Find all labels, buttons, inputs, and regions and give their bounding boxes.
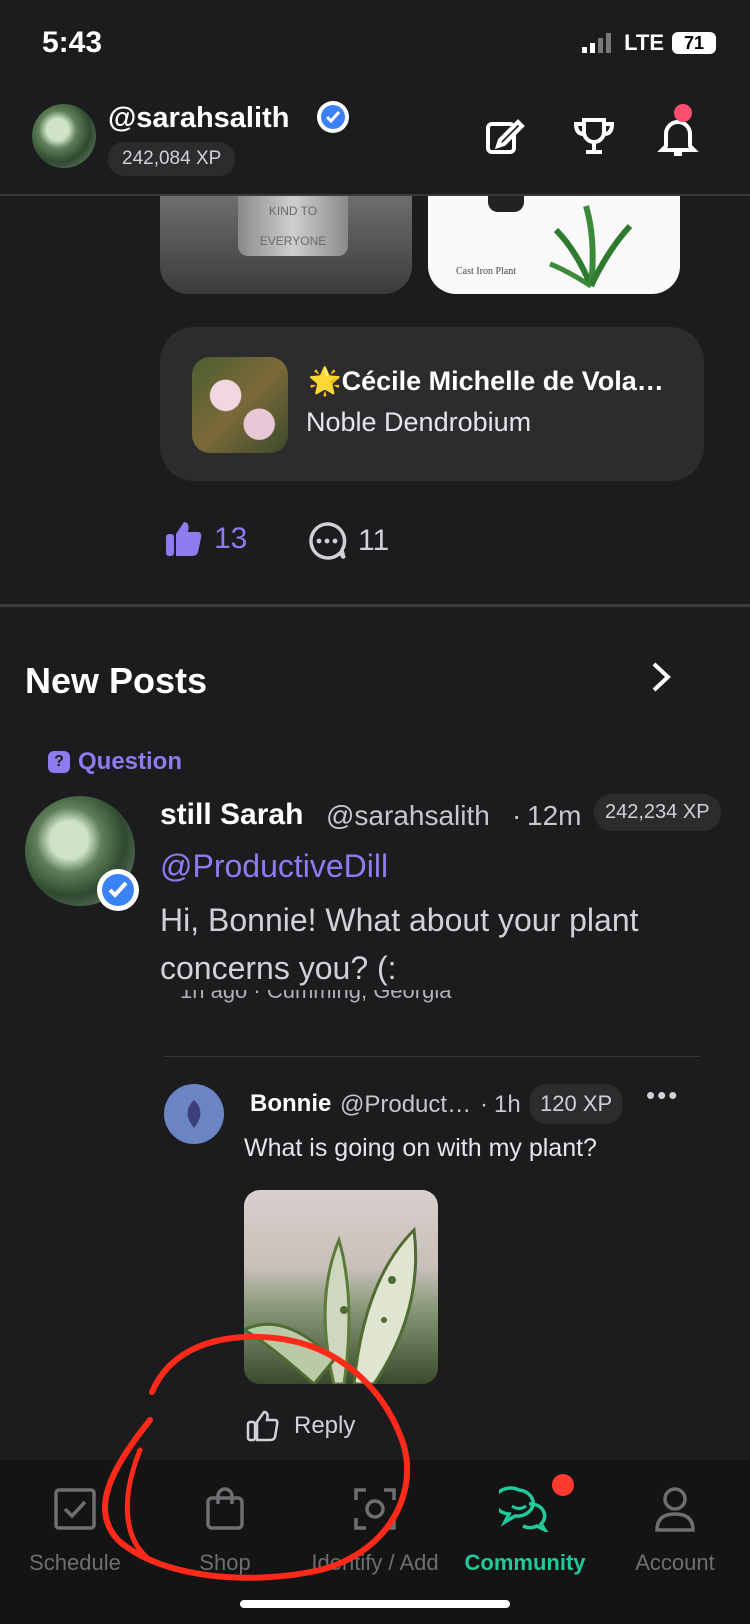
section-divider	[0, 604, 750, 607]
xp-badge: 242,084 XP	[108, 142, 236, 176]
post-mention[interactable]: @ProductiveDill	[160, 848, 388, 885]
shopping-bag-icon	[206, 1487, 244, 1530]
xp-badge: 242,234 XP	[594, 794, 721, 831]
chat-bubbles-icon	[499, 1486, 549, 1532]
status-indicators: LTE 71	[582, 30, 716, 56]
kind-pot-image[interactable]: KIND TO EVERYONE	[160, 196, 412, 294]
pot-bottom	[488, 196, 524, 212]
reply-body: What is going on with my plant?	[244, 1134, 597, 1162]
question-icon: ?	[48, 751, 70, 773]
verified-badge-icon	[317, 101, 349, 133]
plant-leaves	[549, 205, 633, 289]
pot-caption: KIND TO EVERYONE	[238, 196, 348, 256]
calendar-check-icon	[54, 1488, 96, 1530]
more-options-icon[interactable]: •••	[646, 1080, 679, 1111]
tab-label: Account	[635, 1550, 715, 1575]
like-count: 13	[214, 522, 248, 555]
post-separator: ·	[512, 800, 522, 831]
avatar[interactable]	[32, 104, 96, 168]
section-title: New Posts	[25, 660, 208, 701]
tag-label: Question	[78, 748, 183, 775]
tab-shop[interactable]: Shop	[150, 1460, 300, 1576]
tab-label: Community	[464, 1550, 586, 1575]
tab-identify-add[interactable]: Identify / Add	[300, 1460, 450, 1576]
camera-scan-icon	[354, 1488, 396, 1530]
community-notification-dot	[552, 1474, 574, 1496]
reply-author[interactable]: Bonnie	[250, 1090, 331, 1118]
thumbs-up-outline-icon[interactable]	[246, 1410, 280, 1442]
plant-thumbnail	[192, 357, 288, 453]
tab-account[interactable]: Account	[600, 1460, 750, 1576]
person-icon	[655, 1487, 695, 1532]
reply-divider	[164, 1056, 700, 1057]
reply-separator: ·	[480, 1091, 488, 1118]
battery-level: 71	[683, 32, 705, 53]
post-body: Hi, Bonnie! What about your plant concer…	[160, 902, 639, 986]
reply-avatar[interactable]	[164, 1084, 224, 1144]
battery-icon: 71	[672, 32, 716, 54]
plant-card[interactable]: 🌟Cécile Michelle de Vola… Noble Dendrobi…	[160, 327, 704, 481]
plant-species: Noble Dendrobium	[306, 407, 532, 437]
home-indicator[interactable]	[240, 1600, 510, 1608]
tab-label: Schedule	[29, 1550, 121, 1575]
tab-schedule[interactable]: Schedule	[0, 1460, 150, 1576]
reply-button[interactable]: Reply	[294, 1412, 355, 1440]
peek-text: 1h ago · Cumming, Georgia	[180, 990, 452, 1003]
chevron-right-icon[interactable]	[648, 660, 674, 694]
header-username[interactable]: @sarahsalith	[108, 102, 289, 135]
trophy-icon[interactable]	[570, 112, 618, 160]
tab-label: Identify / Add	[311, 1550, 439, 1575]
edit-icon[interactable]	[480, 112, 528, 160]
thumbs-up-icon	[166, 522, 202, 556]
tab-community[interactable]: Community	[450, 1460, 600, 1576]
image-caption: Cast Iron Plant	[456, 266, 516, 277]
reply-handle[interactable]: @Product…	[340, 1091, 471, 1119]
cast-iron-plant-image[interactable]: Cast Iron Plant	[428, 196, 680, 294]
profile-header: @sarahsalith 242,084 XP	[0, 90, 750, 196]
reply-time: 1h	[494, 1091, 521, 1118]
leaf-icon	[187, 1100, 201, 1128]
notification-dot	[674, 104, 692, 122]
tab-label: Shop	[199, 1550, 251, 1575]
comment-button[interactable]: 11	[306, 520, 389, 562]
post-author[interactable]: still Sarah	[160, 798, 303, 832]
status-time: 5:43	[42, 26, 103, 59]
aglaonema-leaves	[244, 1226, 418, 1384]
partially-hidden-meta: 1h ago · Cumming, Georgia	[180, 990, 720, 1010]
network-label: LTE	[624, 30, 664, 55]
question-tag: ? Question	[48, 748, 182, 776]
like-button[interactable]: 13	[164, 520, 247, 558]
reply-plant-image[interactable]	[244, 1190, 438, 1384]
plant-name: 🌟Cécile Michelle de Vola…	[308, 366, 664, 396]
signal-icon	[582, 33, 612, 53]
post-time: 12m	[527, 800, 582, 831]
verified-badge-icon	[97, 869, 139, 911]
post-handle[interactable]: @sarahsalith	[326, 800, 490, 832]
comment-count: 11	[358, 524, 390, 557]
comment-bubble-icon	[309, 522, 347, 560]
xp-badge: 120 XP	[530, 1084, 623, 1124]
